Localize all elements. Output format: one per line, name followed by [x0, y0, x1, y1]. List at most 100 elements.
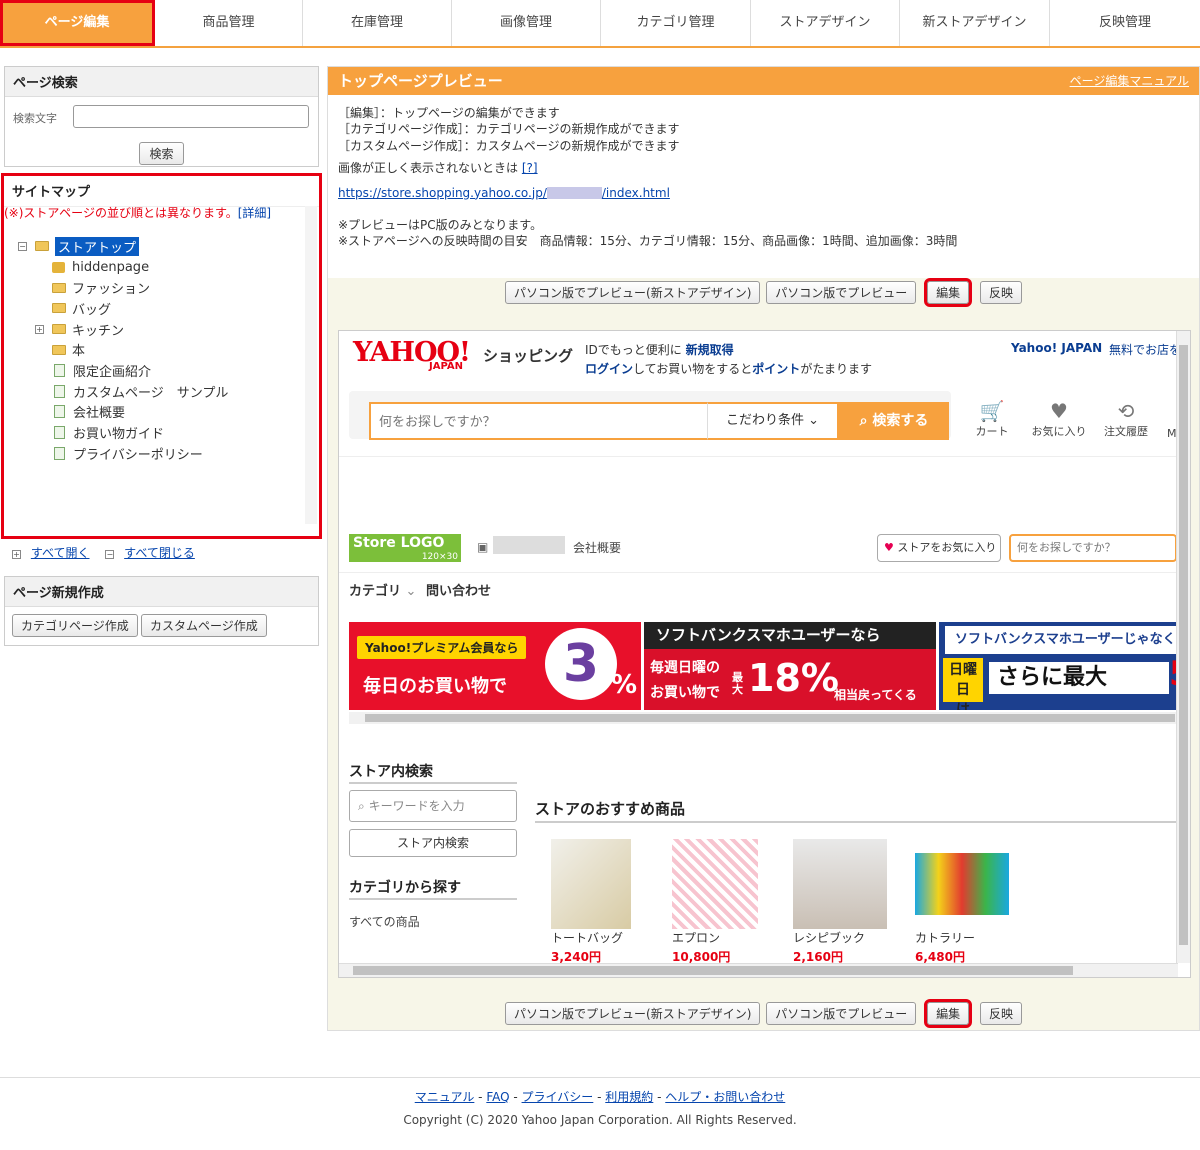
footer-link-privacy[interactable]: プライバシー	[522, 1090, 594, 1104]
expand-all-link[interactable]: すべて開く	[31, 546, 90, 560]
preview-new-design-button[interactable]: パソコン版でプレビュー(新ストアデザイン)	[505, 281, 761, 304]
company-info-link[interactable]: 会社概要	[573, 539, 621, 556]
banner1-number: 3	[545, 628, 617, 700]
signup-link[interactable]: 新規取得	[686, 343, 734, 357]
sitemap-notice-text: (※)ストアページの並び順とは異なります。	[4, 206, 238, 220]
yahoo-search-button[interactable]: ⌕ 検索する	[839, 402, 949, 440]
vertical-scrollbar-thumb[interactable]	[1179, 345, 1188, 945]
help-link[interactable]: [?]	[522, 161, 538, 175]
page-search-input[interactable]	[73, 105, 309, 128]
recommend-underline	[535, 821, 1178, 823]
footer-link-faq[interactable]: FAQ	[486, 1090, 509, 1104]
tab-new-store-design[interactable]: 新ストアデザイン	[900, 0, 1050, 46]
edit-button[interactable]: 編集	[924, 278, 973, 307]
footer-link-terms[interactable]: 利用規約	[605, 1090, 653, 1104]
order-history-link[interactable]: ⟲ 注文履歴	[1103, 399, 1149, 439]
yahoo-logo-japan: JAPAN	[429, 361, 463, 372]
product-item[interactable]: レシピブック 2,160円	[793, 839, 893, 965]
tote-bag-image[interactable]	[551, 839, 631, 929]
tab-store-design[interactable]: ストアデザイン	[751, 0, 900, 46]
store-logo-placeholder[interactable]: Store LOGO 120×30	[349, 534, 461, 562]
tree-node-limited[interactable]: 限定企画紹介	[18, 360, 228, 381]
product-item[interactable]: トートバッグ 3,240円	[551, 839, 651, 965]
tree-node-company[interactable]: 会社概要	[18, 402, 228, 423]
favorites-link[interactable]: ♥ お気に入り	[1031, 399, 1087, 439]
tree-node-book[interactable]: 本	[18, 339, 228, 360]
tree-node-fashion[interactable]: ファッション	[18, 277, 228, 298]
promo-login: ログインしてお買い物をするとポイントがたまります	[585, 360, 872, 377]
folder-icon	[35, 241, 49, 252]
new-page-title: ページ新規作成	[5, 577, 318, 607]
info-line-image: 画像が正しく表示されないときは [?]	[338, 160, 1189, 176]
nav-contact[interactable]: 問い合わせ	[426, 580, 491, 599]
page-search-button[interactable]: 検索	[139, 142, 184, 165]
yahoo-japan-link[interactable]: Yahoo! JAPAN	[1011, 341, 1102, 355]
collapse-all-link[interactable]: すべて閉じる	[124, 546, 195, 560]
page-icon	[54, 405, 65, 419]
product-item[interactable]: エプロン 10,800円	[672, 839, 772, 965]
favorite-store-label: ストアをお気に入り	[897, 541, 997, 554]
favorite-store-button[interactable]: ♥ ストアをお気に入り	[877, 534, 1001, 562]
tab-page-edit[interactable]: ページ編集	[0, 0, 155, 46]
tab-product-management[interactable]: 商品管理	[155, 0, 303, 46]
edit-button[interactable]: 編集	[924, 999, 973, 1028]
store-url-prefix: https://store.shopping.yahoo.co.jp/	[338, 185, 547, 200]
open-store-link[interactable]: 無料でお店を	[1109, 341, 1181, 358]
tab-reflect-management[interactable]: 反映管理	[1050, 0, 1200, 46]
tree-node-label: 会社概要	[73, 406, 126, 422]
all-items-link[interactable]: すべての商品	[349, 913, 420, 930]
reflect-button[interactable]: 反映	[979, 1002, 1022, 1025]
page-edit-manual-link[interactable]: ページ編集マニュアル	[1070, 67, 1189, 95]
product-item[interactable]: カトラリー 6,480円	[915, 839, 1015, 965]
banner-scrollbar-thumb[interactable]	[365, 714, 1175, 722]
banner-scrollbar[interactable]	[349, 712, 1178, 724]
tab-category-management[interactable]: カテゴリ管理	[601, 0, 751, 46]
preview-new-design-button[interactable]: パソコン版でプレビュー(新ストアデザイン)	[505, 1002, 761, 1025]
cart-link[interactable]: 🛒 カート	[975, 399, 1009, 439]
yahoo-search-input[interactable]	[369, 402, 708, 440]
footer-link-help[interactable]: ヘルプ・お問い合わせ	[665, 1090, 785, 1104]
tree-node-hiddenpage[interactable]: hiddenpage	[18, 257, 228, 278]
banner3-day1: 日曜日	[949, 662, 977, 698]
tree-node-custom-sample[interactable]: カスタムページ サンプル	[18, 381, 228, 402]
store-search-input[interactable]	[1009, 534, 1177, 562]
collapse-toggle-icon[interactable]: −	[18, 241, 27, 251]
keyword-input[interactable]: ⌕ キーワードを入力	[349, 790, 517, 822]
reflect-button[interactable]: 反映	[979, 281, 1022, 304]
tree-node-store-top[interactable]: − ストアトップ	[18, 236, 228, 257]
preview-horizontal-scrollbar[interactable]	[339, 963, 1178, 977]
tree-node-guide[interactable]: お買い物ガイド	[18, 422, 228, 443]
preview-pc-button[interactable]: パソコン版でプレビュー	[766, 1002, 917, 1025]
point-link[interactable]: ポイント	[752, 362, 800, 376]
tab-inventory-management[interactable]: 在庫管理	[303, 0, 452, 46]
preview-pc-button[interactable]: パソコン版でプレビュー	[766, 281, 917, 304]
category-title-underline	[349, 898, 517, 900]
preview-vertical-scrollbar[interactable]	[1176, 331, 1190, 963]
filter-dropdown[interactable]: こだわり条件 ⌄	[707, 402, 839, 440]
footer-link-manual[interactable]: マニュアル	[415, 1090, 475, 1104]
tree-node-privacy[interactable]: プライバシーポリシー	[18, 443, 228, 464]
create-category-page-button[interactable]: カテゴリページ作成	[12, 614, 138, 637]
cutlery-image[interactable]	[915, 853, 1009, 915]
sitemap-detail-link[interactable]: [詳細]	[238, 206, 271, 220]
horizontal-scrollbar-thumb[interactable]	[353, 966, 1073, 975]
preview-header: トップページプレビュー ページ編集マニュアル	[328, 67, 1199, 95]
instore-search-button[interactable]: ストア内検索	[349, 829, 517, 857]
apron-image[interactable]	[672, 839, 758, 929]
expand-toggle-icon[interactable]: +	[35, 324, 44, 334]
heart-icon: ♥	[1050, 399, 1068, 423]
recipe-book-image[interactable]	[793, 839, 887, 929]
banner-sunday[interactable]: ソフトバンクスマホユーザーじゃなく 日曜日は さらに最大 5	[939, 622, 1178, 710]
banner-softbank[interactable]: ソフトバンクスマホユーザーなら 毎週日曜の お買い物で 最大 18% 相当戻って…	[644, 622, 936, 710]
login-link[interactable]: ログイン	[585, 362, 633, 376]
tree-node-kitchen[interactable]: + キッチン	[18, 319, 228, 340]
folder-icon	[52, 324, 66, 335]
sitemap-scrollbar[interactable]	[305, 206, 317, 524]
banner2-tail: 相当戻ってくる	[834, 688, 917, 702]
tree-node-bag[interactable]: バッグ	[18, 298, 228, 319]
create-custom-page-button[interactable]: カスタムページ作成	[141, 614, 267, 637]
store-url-link[interactable]: https://store.shopping.yahoo.co.jp/ /inde…	[338, 186, 670, 200]
tab-image-management[interactable]: 画像管理	[452, 0, 601, 46]
banner-premium[interactable]: Yahoo!プレミアム会員なら 毎日のお買い物で 3 %	[349, 622, 641, 710]
nav-category[interactable]: カテゴリ ⌄	[349, 580, 416, 599]
